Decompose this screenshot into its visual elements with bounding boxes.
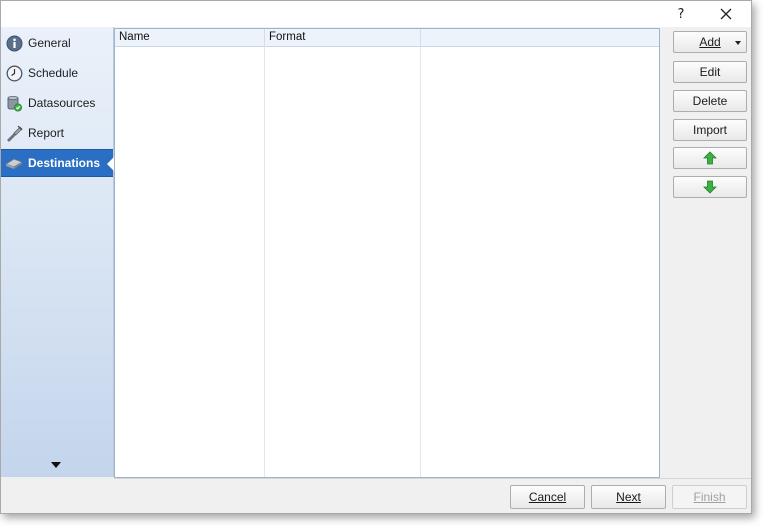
add-button-label: Add: [699, 35, 721, 49]
sidebar-item-report[interactable]: Report: [1, 119, 113, 147]
next-button[interactable]: Next: [591, 485, 666, 509]
wizard-window: ? General Schedule Datasources Report De…: [0, 0, 752, 514]
sidebar-item-schedule[interactable]: Schedule: [1, 59, 113, 87]
green-down-arrow-icon: [703, 180, 717, 194]
sidebar-item-label: General: [28, 36, 71, 50]
column-divider: [420, 46, 421, 477]
import-button[interactable]: Import: [673, 119, 747, 141]
sidebar-item-label: Schedule: [28, 66, 79, 80]
report-icon: [5, 124, 23, 142]
info-icon: [5, 34, 23, 52]
help-button[interactable]: ?: [661, 1, 701, 27]
finish-button[interactable]: Finish: [672, 485, 747, 509]
sidebar-item-label: Destinations: [28, 156, 101, 170]
sidebar-item-destinations[interactable]: Destinations: [1, 149, 114, 177]
wizard-sidebar: General Schedule Datasources Report Dest…: [1, 27, 114, 477]
destinations-icon: [5, 154, 23, 172]
dropdown-arrow-icon[interactable]: [735, 41, 741, 45]
add-button[interactable]: Add: [673, 31, 747, 53]
sidebar-item-datasources[interactable]: Datasources: [1, 89, 113, 117]
import-button-label: Import: [692, 123, 727, 137]
finish-button-label: Finish: [693, 490, 726, 504]
close-icon: [720, 8, 732, 20]
column-divider: [264, 46, 265, 477]
next-button-label: Next: [616, 490, 641, 504]
column-header-empty[interactable]: [421, 29, 659, 46]
destinations-list[interactable]: Name Format: [114, 28, 660, 478]
edit-button[interactable]: Edit: [673, 61, 747, 83]
close-button[interactable]: [706, 1, 746, 27]
sidebar-item-label: Report: [28, 126, 65, 140]
move-down-button[interactable]: [673, 176, 747, 198]
delete-button-label: Delete: [692, 94, 728, 108]
active-indicator: [107, 157, 114, 171]
delete-button[interactable]: Delete: [673, 90, 747, 112]
sidebar-item-label: Datasources: [28, 96, 96, 110]
move-up-button[interactable]: [673, 147, 747, 169]
column-header-format[interactable]: Format: [265, 29, 421, 46]
green-up-arrow-icon: [703, 151, 717, 165]
list-header: Name Format: [115, 29, 659, 47]
sidebar-scroll-down-icon[interactable]: [51, 462, 61, 468]
title-bar: ?: [1, 1, 751, 27]
sidebar-item-general[interactable]: General: [1, 29, 113, 57]
edit-button-label: Edit: [699, 65, 721, 79]
cancel-button[interactable]: Cancel: [510, 485, 585, 509]
column-header-name[interactable]: Name: [115, 29, 265, 46]
database-icon: [5, 94, 23, 112]
footer-divider: [114, 478, 751, 479]
clock-icon: [5, 64, 23, 82]
cancel-button-label: Cancel: [528, 490, 567, 504]
